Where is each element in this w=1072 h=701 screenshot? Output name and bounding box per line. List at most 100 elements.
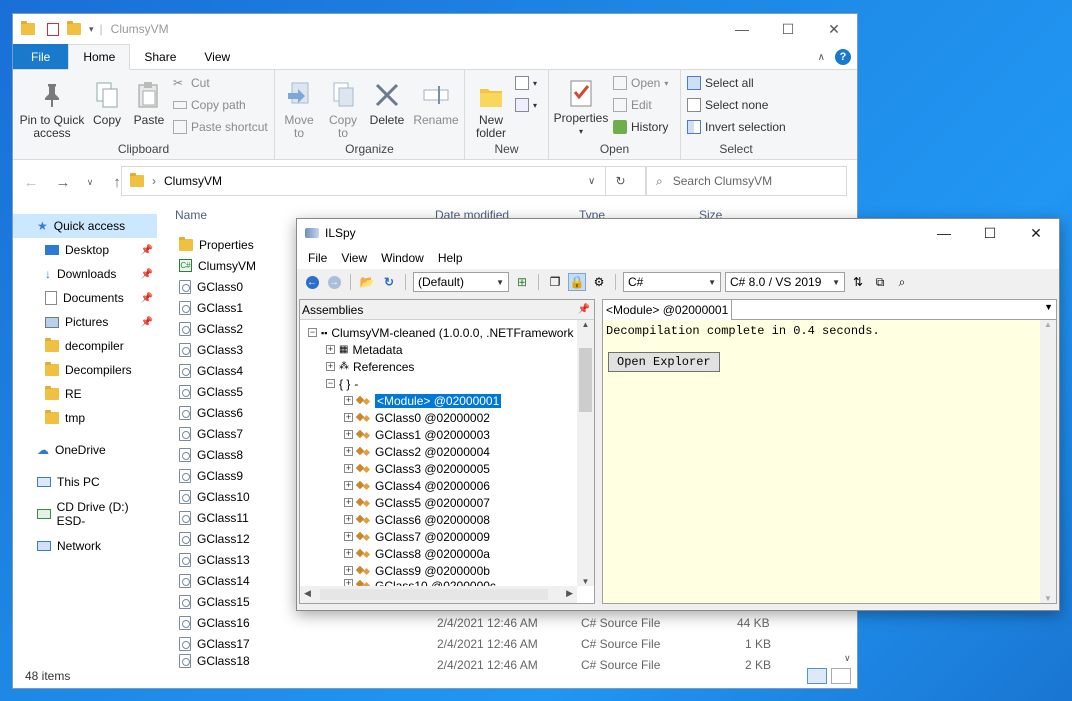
new-folder-quick-icon[interactable] bbox=[67, 21, 81, 35]
file-row[interactable]: C# ClumsyVM bbox=[179, 255, 256, 276]
file-row[interactable]: GClass7 bbox=[179, 423, 243, 444]
open-button[interactable]: Open ▾ bbox=[613, 76, 668, 90]
properties-quick-icon[interactable] bbox=[47, 22, 59, 36]
file-row[interactable]: GClass2 bbox=[179, 318, 243, 339]
open-file-icon[interactable]: 📂 bbox=[358, 273, 376, 291]
minimize-icon[interactable]: — bbox=[921, 219, 967, 247]
file-row[interactable]: GClass1 bbox=[179, 297, 243, 318]
expand-icon[interactable]: + bbox=[344, 549, 353, 558]
back-icon[interactable]: ← bbox=[303, 273, 321, 291]
expand-icon[interactable]: + bbox=[344, 532, 353, 541]
copy-button[interactable]: Copy bbox=[89, 80, 125, 127]
nav-network[interactable]: Network bbox=[13, 534, 157, 558]
tree-node-namespace[interactable]: − { } - bbox=[326, 375, 358, 392]
expand-icon[interactable]: + bbox=[344, 566, 353, 575]
scroll-left-arrow-icon[interactable]: ◀ bbox=[304, 588, 311, 599]
close-icon[interactable]: ✕ bbox=[811, 14, 857, 44]
help-icon[interactable]: ? bbox=[835, 49, 851, 65]
scroll-down-arrow-icon[interactable]: ∨ bbox=[844, 653, 851, 664]
nav-downloads[interactable]: ↓ Downloads 📌 bbox=[13, 262, 157, 286]
file-row[interactable]: GClass13 bbox=[179, 549, 250, 570]
nav-onedrive[interactable]: ☁ OneDrive bbox=[13, 438, 157, 462]
file-row[interactable]: GClass15 bbox=[179, 591, 250, 612]
tree-vertical-scrollbar[interactable]: ▲ ▼ bbox=[577, 320, 594, 586]
file-row[interactable]: GClass16 bbox=[179, 612, 250, 633]
scroll-down-arrow-icon[interactable]: ▼ bbox=[577, 577, 594, 586]
select-all-button[interactable]: Select all bbox=[687, 76, 754, 90]
collapse-icon[interactable]: − bbox=[326, 379, 335, 388]
collapse-all-icon[interactable]: ❐ bbox=[546, 273, 564, 291]
properties-button[interactable]: Properties ▾ bbox=[553, 78, 609, 138]
nav-desktop[interactable]: Desktop 📌 bbox=[13, 238, 157, 262]
file-row[interactable]: GClass4 bbox=[179, 360, 243, 381]
add-list-icon[interactable]: ⊞ bbox=[513, 273, 531, 291]
expand-icon[interactable]: + bbox=[344, 447, 353, 456]
tree-node-references[interactable]: + ⁂ References bbox=[326, 358, 414, 375]
document-tab[interactable]: <Module> @02000001 bbox=[603, 299, 733, 320]
cut-button[interactable]: ✂ Cut bbox=[173, 76, 210, 90]
invert-selection-button[interactable]: Invert selection bbox=[687, 120, 786, 134]
maximize-icon[interactable]: ☐ bbox=[765, 14, 811, 44]
tree-node-type[interactable]: + GClass6 @02000008 bbox=[344, 511, 490, 528]
paste-shortcut-button[interactable]: Paste shortcut bbox=[173, 120, 268, 134]
file-row[interactable]: Properties bbox=[179, 234, 254, 255]
new-folder-button[interactable]: New folder bbox=[469, 80, 513, 140]
file-row[interactable]: GClass8 bbox=[179, 444, 243, 465]
file-row[interactable]: GClass14 bbox=[179, 570, 250, 591]
expand-icon[interactable]: + bbox=[344, 464, 353, 473]
pin-quick-access-button[interactable]: Pin to Quick access bbox=[17, 80, 87, 140]
delete-button[interactable]: Delete bbox=[367, 80, 407, 127]
decompiled-output[interactable]: Decompilation complete in 0.4 seconds. O… bbox=[603, 320, 1042, 603]
tree-node-type[interactable]: + GClass1 @02000003 bbox=[344, 426, 490, 443]
tree-node-type[interactable]: + GClass7 @02000009 bbox=[344, 528, 490, 545]
file-row[interactable]: GClass12 bbox=[179, 528, 250, 549]
file-row[interactable]: GClass17 bbox=[179, 633, 250, 654]
language-combo[interactable]: C# ▼ bbox=[623, 272, 721, 292]
nav-cd-drive[interactable]: CD Drive (D:) ESD- bbox=[13, 500, 157, 528]
easy-access-button[interactable]: ▾ bbox=[515, 98, 537, 112]
tab-list-dropdown-icon[interactable]: ▼ bbox=[1044, 302, 1053, 312]
select-none-button[interactable]: Select none bbox=[687, 98, 768, 112]
show-internal-icon[interactable]: 🔒 bbox=[568, 273, 586, 291]
maximize-icon[interactable]: ☐ bbox=[967, 219, 1013, 247]
file-row[interactable]: GClass11 bbox=[179, 507, 249, 528]
nav-quick-access[interactable]: ★ Quick access bbox=[13, 214, 157, 238]
tree-node-type[interactable]: + <Module> @02000001 bbox=[344, 392, 502, 409]
tab-file[interactable]: File bbox=[13, 44, 69, 69]
large-icons-view-icon[interactable] bbox=[831, 668, 851, 684]
language-version-combo[interactable]: C# 8.0 / VS 2019 ▼ bbox=[725, 272, 845, 292]
copy-path-button[interactable]: Copy path bbox=[173, 98, 246, 112]
tree-node-type[interactable]: + GClass8 @0200000a bbox=[344, 545, 490, 562]
address-bar[interactable]: › ClumsyVM ∨ bbox=[121, 166, 647, 196]
nav-pictures[interactable]: Pictures 📌 bbox=[13, 310, 157, 334]
rename-button[interactable]: Rename bbox=[413, 80, 459, 127]
menu-view[interactable]: View bbox=[334, 251, 374, 265]
file-row[interactable]: GClass10 bbox=[179, 486, 250, 507]
expand-icon[interactable]: + bbox=[344, 515, 353, 524]
collapse-ribbon-icon[interactable]: ∧ bbox=[818, 52, 825, 63]
expand-icon[interactable]: + bbox=[326, 345, 335, 354]
scroll-up-arrow-icon[interactable]: ▲ bbox=[1040, 320, 1056, 329]
file-row[interactable]: GClass3 bbox=[179, 339, 243, 360]
tree-node-type[interactable]: + GClass4 @02000006 bbox=[344, 477, 490, 494]
expand-icon[interactable]: + bbox=[344, 498, 353, 507]
move-to-button[interactable]: Move to bbox=[279, 80, 319, 140]
menu-file[interactable]: File bbox=[301, 251, 334, 265]
back-arrow-icon[interactable]: ← bbox=[21, 174, 41, 191]
tab-view[interactable]: View bbox=[190, 44, 244, 69]
tree-node-metadata[interactable]: + ▦ Metadata bbox=[326, 341, 403, 358]
expand-icon[interactable]: + bbox=[344, 413, 353, 422]
forward-arrow-icon[interactable]: → bbox=[53, 174, 73, 191]
new-item-button[interactable]: ▾ bbox=[515, 76, 537, 90]
nav-re[interactable]: RE bbox=[13, 382, 157, 406]
pin-icon[interactable]: 📌 bbox=[578, 304, 590, 315]
history-button[interactable]: History bbox=[613, 120, 668, 134]
close-icon[interactable]: ✕ bbox=[1013, 219, 1059, 247]
output-vertical-scrollbar[interactable]: ▲ ▼ bbox=[1040, 320, 1056, 603]
scroll-down-arrow-icon[interactable]: ▼ bbox=[1040, 594, 1056, 603]
refresh-icon[interactable]: ↻ bbox=[605, 166, 635, 196]
minimize-icon[interactable]: — bbox=[719, 14, 765, 44]
file-row[interactable]: GClass6 bbox=[179, 402, 243, 423]
menu-help[interactable]: Help bbox=[431, 251, 470, 265]
tree-node-type[interactable]: + GClass2 @02000004 bbox=[344, 443, 490, 460]
